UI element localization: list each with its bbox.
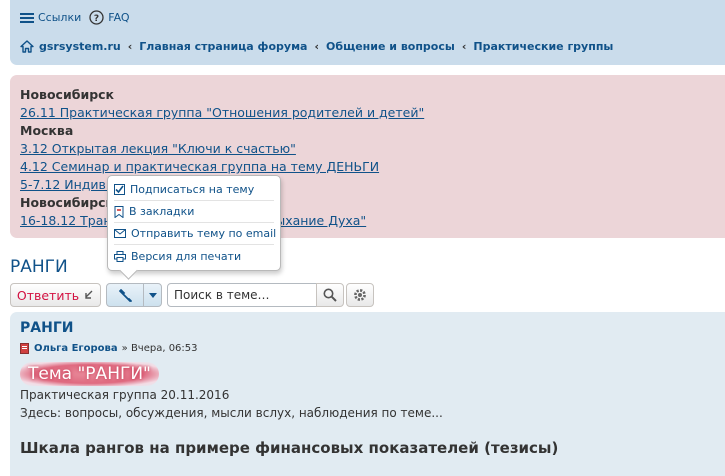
printer-icon bbox=[114, 250, 126, 262]
question-icon: ? bbox=[89, 10, 104, 25]
home-icon bbox=[20, 40, 34, 53]
wrench-icon bbox=[118, 288, 132, 302]
topic-search-input[interactable] bbox=[167, 283, 317, 307]
post-icon bbox=[20, 343, 29, 354]
hamburger-icon bbox=[20, 12, 34, 23]
breadcrumb-separator: ‹ bbox=[127, 40, 133, 53]
quick-links: Ссылки ? FAQ bbox=[20, 10, 138, 25]
links-label: Ссылки bbox=[38, 11, 82, 24]
envelope-icon bbox=[114, 229, 126, 238]
topic-tools-button[interactable] bbox=[106, 283, 162, 307]
breadcrumb: gsrsystem.ru ‹ Главная страница форума ‹… bbox=[20, 40, 613, 53]
announcement-city: Москва bbox=[20, 123, 74, 138]
menu-item-label: Подписаться на тему bbox=[130, 183, 255, 196]
post-heading-badge: Тема "РАНГИ" bbox=[20, 362, 159, 386]
breadcrumb-separator: ‹ bbox=[461, 40, 467, 53]
post-title[interactable]: РАНГИ bbox=[20, 320, 715, 336]
post-subheading: Шкала рангов на примере финансовых показ… bbox=[20, 439, 559, 457]
announcement-event-link[interactable]: 4.12 Семинар и практическая группа на те… bbox=[20, 158, 715, 176]
checkbox-icon bbox=[114, 184, 125, 195]
post-text-line: Практическая группа 20.11.2016 bbox=[20, 388, 230, 402]
caret-down-icon bbox=[148, 292, 157, 298]
reply-arrow-icon bbox=[85, 290, 93, 299]
menu-item-print[interactable]: Версия для печати bbox=[114, 245, 274, 267]
tools-dropdown-toggle[interactable] bbox=[144, 284, 161, 306]
menu-item-bookmark[interactable]: В закладки bbox=[114, 201, 274, 223]
breadcrumb-site[interactable]: gsrsystem.ru bbox=[39, 40, 121, 53]
post-text-line: Здесь: вопросы, обсуждения, мысли вслух,… bbox=[20, 406, 443, 420]
svg-text:?: ? bbox=[94, 14, 99, 24]
breadcrumb-separator: ‹ bbox=[314, 40, 320, 53]
announcement-event-link[interactable]: 16-18.12 Тран bbox=[20, 213, 112, 228]
advanced-search-button[interactable] bbox=[346, 283, 374, 307]
announcement-event-link[interactable]: 3.12 Открытая лекция "Ключи к счастью" bbox=[20, 140, 715, 158]
menu-item-subscribe[interactable]: Подписаться на тему bbox=[114, 179, 274, 201]
topic-title[interactable]: РАНГИ bbox=[10, 257, 68, 277]
post-author-row: Ольга Егорова » Вчера, 06:53 bbox=[20, 343, 715, 354]
menu-item-email[interactable]: Отправить тему по email bbox=[114, 223, 277, 245]
links-menu[interactable]: Ссылки bbox=[20, 11, 81, 24]
post-author[interactable]: Ольга Егорова bbox=[34, 343, 118, 354]
announcement-event-link[interactable]: 26.11 Практическая группа "Отношения род… bbox=[20, 104, 715, 122]
reply-button[interactable]: Ответить bbox=[10, 283, 101, 307]
search-button[interactable] bbox=[316, 283, 344, 307]
breadcrumb-forum[interactable]: Практические группы bbox=[473, 40, 613, 53]
menu-item-label: Отправить тему по email bbox=[131, 227, 277, 240]
breadcrumb-category[interactable]: Общение и вопросы bbox=[326, 40, 455, 53]
topic-tools-menu: Подписаться на тему В закладки Отправить… bbox=[107, 175, 281, 271]
bookmark-icon bbox=[114, 205, 124, 218]
menu-item-label: В закладки bbox=[129, 205, 195, 218]
reply-label: Ответить bbox=[16, 287, 80, 303]
breadcrumb-forum-home[interactable]: Главная страница форума bbox=[139, 40, 307, 53]
post: РАНГИ Ольга Егорова » Вчера, 06:53 Тема … bbox=[10, 312, 725, 476]
navbar: Ссылки ? FAQ gsrsystem.ru ‹ Главная стра… bbox=[10, 0, 725, 65]
gear-icon bbox=[354, 289, 366, 301]
faq-link[interactable]: ? FAQ bbox=[89, 10, 130, 25]
post-time: » Вчера, 06:53 bbox=[121, 343, 198, 354]
faq-label: FAQ bbox=[108, 11, 130, 24]
tools-main[interactable] bbox=[107, 284, 145, 306]
announcement-city: Новосибирск bbox=[20, 87, 115, 102]
menu-item-label: Версия для печати bbox=[131, 249, 242, 263]
search-icon bbox=[323, 288, 337, 302]
